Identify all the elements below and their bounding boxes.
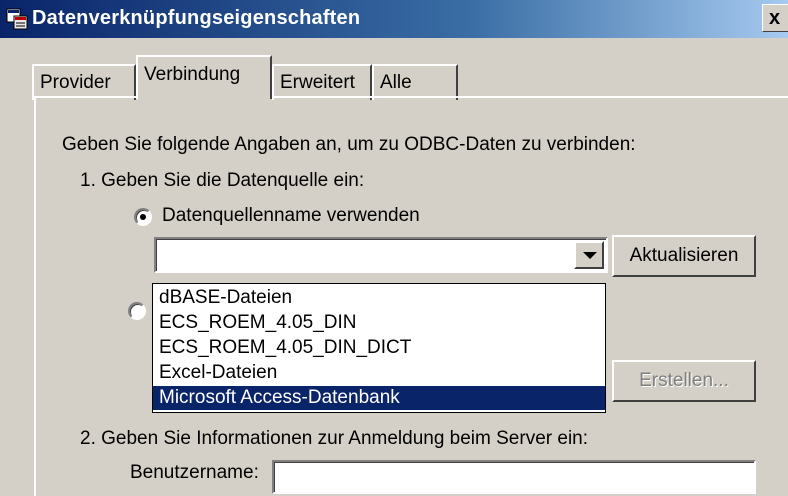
radio-dsn[interactable] [134,208,152,226]
tab-erweitert[interactable]: Erweitert [272,64,372,100]
list-item[interactable]: Excel-Dateien [153,361,605,385]
tab-provider[interactable]: Provider [32,64,136,100]
create-button-label: Erstellen... [639,370,729,391]
dsn-combobox[interactable] [154,237,608,273]
step-1-label: 1. Geben Sie die Datenquelle ein: [80,170,365,191]
username-field[interactable] [272,460,756,494]
close-button[interactable]: x [762,4,788,32]
tab-alle-label: Alle [380,72,412,93]
tab-verbindung-label: Verbindung [144,64,241,85]
list-item[interactable]: ECS_ROEM_4.05_DIN_DICT [153,336,605,360]
list-item[interactable]: ECS_ROEM_4.05_DIN [153,311,605,335]
radio-connection-string[interactable] [128,302,146,320]
dsn-dropdown-list[interactable]: dBASE-Dateien ECS_ROEM_4.05_DIN ECS_ROEM… [152,283,606,413]
tab-provider-label: Provider [40,72,111,93]
tab-alle[interactable]: Alle [372,64,458,100]
close-icon: x [769,7,781,29]
step-2-label: 2. Geben Sie Informationen zur Anmeldung… [80,428,589,449]
create-button[interactable]: Erstellen... [612,360,756,402]
instruction-text: Geben Sie folgende Angaben an, um zu ODB… [62,134,636,155]
title-bar[interactable]: Datenverknüpfungseigenschaften x [0,0,788,38]
data-link-icon [6,8,28,30]
list-item-selected[interactable]: Microsoft Access-Datenbank [153,386,605,410]
refresh-button[interactable]: Aktualisieren [612,235,756,277]
tab-verbindung[interactable]: Verbindung [136,55,272,99]
tab-erweitert-label: Erweitert [280,72,355,93]
radio-selected-dot [140,214,146,220]
chevron-down-icon [583,252,597,259]
list-item[interactable]: dBASE-Dateien [153,286,605,310]
window-title: Datenverknüpfungseigenschaften [32,7,361,29]
refresh-button-label: Aktualisieren [629,245,739,266]
combo-dropdown-button[interactable] [574,241,604,269]
radio-dsn-label: Datenquellenname verwenden [162,205,420,226]
